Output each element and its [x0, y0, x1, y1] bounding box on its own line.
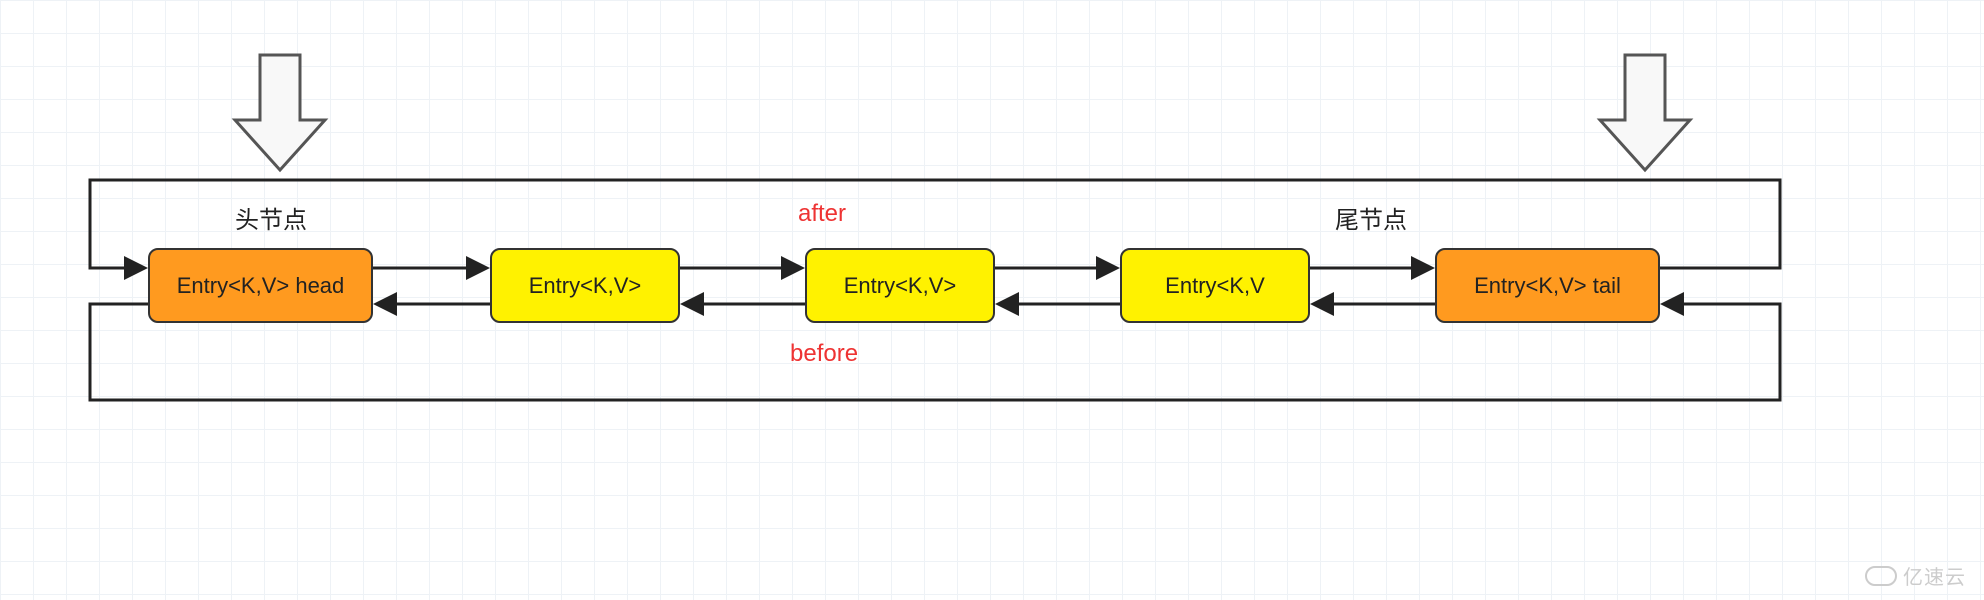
node-text: Entry<K,V	[1165, 273, 1265, 299]
node-text: Entry<K,V> tail	[1474, 273, 1621, 299]
linked-list-node: Entry<K,V>	[490, 248, 680, 323]
linked-list-head-node: Entry<K,V> head	[148, 248, 373, 323]
linked-list-node: Entry<K,V	[1120, 248, 1310, 323]
watermark-logo-icon	[1865, 566, 1897, 586]
watermark: 亿速云	[1865, 561, 1966, 590]
node-text: Entry<K,V>	[844, 273, 957, 299]
linked-list-node: Entry<K,V>	[805, 248, 995, 323]
after-pointer-label: after	[798, 200, 846, 228]
head-node-label: 头节点	[235, 200, 307, 235]
node-text: Entry<K,V> head	[177, 273, 345, 299]
head-pointer-arrow-icon	[235, 55, 325, 170]
watermark-text: 亿速云	[1903, 561, 1966, 590]
diagram-stage: 头节点 尾节点 after before Entry<K,V> head Ent…	[0, 0, 1984, 600]
tail-pointer-arrow-icon	[1600, 55, 1690, 170]
node-text: Entry<K,V>	[529, 273, 642, 299]
tail-node-label: 尾节点	[1335, 200, 1407, 235]
linked-list-tail-node: Entry<K,V> tail	[1435, 248, 1660, 323]
before-pointer-label: before	[790, 340, 858, 368]
